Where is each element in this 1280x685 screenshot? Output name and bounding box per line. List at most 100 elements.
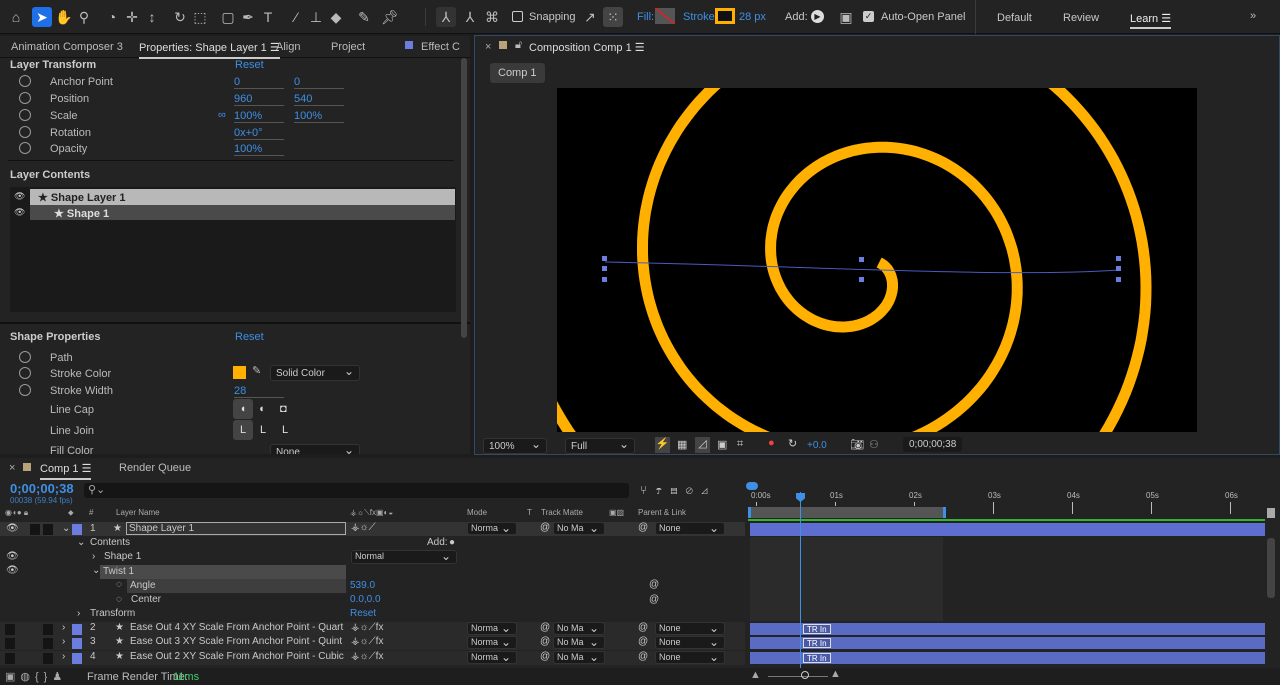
- workspace-review[interactable]: Review: [1063, 12, 1099, 24]
- link-icon[interactable]: ∞: [218, 109, 226, 121]
- blend-mode-select[interactable]: Normal: [351, 549, 457, 564]
- eraser-tool-icon[interactable]: ◆: [326, 7, 346, 27]
- stopwatch-icon[interactable]: [19, 142, 31, 154]
- expand-arrow-icon[interactable]: ⌄: [77, 537, 85, 548]
- label-color[interactable]: [72, 652, 82, 664]
- layer-switches[interactable]: ⚶☼⟋fx: [351, 651, 383, 662]
- position-x[interactable]: 960: [234, 93, 284, 106]
- layer-name[interactable]: Ease Out 3 XY Scale From Anchor Point - …: [130, 636, 342, 647]
- cap-butt-button[interactable]: ◖: [233, 399, 253, 419]
- layer-row-1[interactable]: 👁︎ ⌄ 1 ★ Shape Layer 1 ⚶☼⟋ Norma @ No Ma…: [0, 521, 745, 536]
- parent-pickwhip-icon[interactable]: @: [638, 636, 648, 647]
- workspace-learn[interactable]: Learn ☰: [1130, 12, 1172, 29]
- zoom-tool-icon[interactable]: ⚲: [74, 7, 94, 27]
- layer-switches[interactable]: ⚶☼⟋fx: [351, 622, 383, 633]
- more-workspaces[interactable]: »: [1250, 10, 1256, 22]
- rectangle-tool-icon[interactable]: ▢: [218, 7, 238, 27]
- anchor-tool-icon[interactable]: ⬚: [190, 7, 210, 27]
- label-color[interactable]: [72, 624, 82, 635]
- timeline-switches-icons[interactable]: ⑂☂▤⊘◿: [640, 483, 716, 497]
- timeline-tab-comp1[interactable]: Comp 1 ☰: [40, 462, 92, 480]
- eye-icon[interactable]: 👁︎: [6, 551, 19, 562]
- lock-icon[interactable]: 🔓︎: [515, 39, 522, 52]
- tab-project[interactable]: Project: [331, 41, 365, 53]
- eye-icon[interactable]: 👁︎: [14, 191, 25, 202]
- stopwatch-icon[interactable]: [19, 109, 31, 121]
- mode-select[interactable]: Norma: [467, 521, 517, 535]
- label-color[interactable]: [72, 638, 82, 650]
- stopwatch-icon[interactable]: [19, 75, 31, 87]
- selection-tool-icon[interactable]: ➤: [32, 7, 52, 27]
- fast-previews-icon[interactable]: ⚡: [655, 437, 670, 453]
- guides-icon[interactable]: ⌗: [737, 438, 743, 451]
- tab-animation-composer[interactable]: Animation Composer 3: [11, 41, 123, 53]
- snap-features-icon[interactable]: ⁙: [603, 7, 623, 27]
- add-content-button[interactable]: ●: [449, 537, 455, 548]
- properties-scrollbar[interactable]: [461, 58, 467, 338]
- stroke-color-swatch[interactable]: [233, 366, 246, 379]
- work-area-bar[interactable]: [748, 507, 946, 518]
- join-miter-button[interactable]: L: [233, 420, 253, 440]
- zoom-slider-thumb[interactable]: [801, 671, 809, 679]
- stroke-color-mode-select[interactable]: Solid Color: [270, 364, 360, 381]
- timeline-zoom-handle[interactable]: [1267, 508, 1275, 518]
- stroke-width-value[interactable]: 28 px: [739, 11, 766, 23]
- expression-pickwhip-icon[interactable]: @: [649, 594, 659, 605]
- layer-switches[interactable]: ⚶☼⟋fx: [351, 636, 383, 647]
- channel-icon[interactable]: ●: [768, 437, 775, 449]
- zoom-in-icon[interactable]: ▲: [830, 668, 841, 680]
- pickwhip-icon[interactable]: @: [540, 622, 550, 633]
- eye-icon[interactable]: 👁︎: [14, 207, 25, 218]
- position-y[interactable]: 540: [294, 93, 344, 106]
- stopwatch-icon[interactable]: [19, 92, 31, 104]
- roto-brush-icon[interactable]: ✎: [354, 7, 374, 27]
- type-tool-icon[interactable]: T: [258, 7, 278, 27]
- add-shape-button[interactable]: ▶: [811, 10, 824, 23]
- layer-row[interactable]: › 3 ★ Ease Out 3 XY Scale From Anchor Po…: [0, 635, 745, 651]
- pen-tool-icon[interactable]: ✒: [238, 7, 258, 27]
- label-color[interactable]: [72, 524, 82, 535]
- show-snapshot-icon[interactable]: ⚇: [869, 438, 879, 451]
- timeline-scrollbar[interactable]: [1267, 538, 1275, 598]
- stroke-swatch[interactable]: [715, 8, 735, 24]
- exposure-value[interactable]: +0.0: [807, 440, 827, 451]
- cap-round-button[interactable]: ◖: [258, 403, 265, 415]
- rotation-value[interactable]: 0x+0°: [234, 127, 284, 140]
- scale-x[interactable]: 100%: [234, 110, 284, 123]
- timeline-timecode[interactable]: 0;00;00;38: [10, 481, 74, 496]
- parent-pickwhip-icon[interactable]: @: [638, 651, 648, 662]
- status-toggle-icons[interactable]: ▣◍{}♟: [5, 670, 67, 683]
- reset-exposure-icon[interactable]: ↻: [788, 437, 797, 450]
- parent-select[interactable]: None: [655, 650, 725, 664]
- timeline-search-input[interactable]: ⚲⌄: [84, 483, 629, 498]
- orbit-tool-icon[interactable]: ◔: [102, 7, 122, 27]
- tab-render-queue[interactable]: Render Queue: [119, 462, 191, 474]
- snap-edges-icon[interactable]: ↗: [580, 7, 600, 27]
- axis-world-icon[interactable]: ⅄: [460, 7, 480, 27]
- parent-pickwhip-icon[interactable]: @: [638, 522, 648, 533]
- join-bevel-button[interactable]: L: [282, 424, 288, 436]
- tab-effect-controls[interactable]: Effect C: [421, 41, 460, 53]
- track-matte-select[interactable]: No Ma: [553, 621, 605, 635]
- join-round-button[interactable]: L: [260, 424, 266, 436]
- stopwatch-icon[interactable]: ◌: [116, 579, 122, 590]
- clone-stamp-icon[interactable]: ⊥: [306, 7, 326, 27]
- magnification-select[interactable]: 100%: [483, 437, 547, 454]
- parent-pickwhip-icon[interactable]: @: [638, 622, 648, 633]
- tab-align[interactable]: Align: [276, 41, 300, 53]
- stopwatch-icon[interactable]: ◌: [116, 594, 122, 605]
- collapse-arrow-icon[interactable]: ⌄: [62, 523, 70, 534]
- eyedropper-icon[interactable]: ✎: [252, 364, 261, 377]
- center-value[interactable]: 0.0,0.0: [350, 594, 381, 605]
- brush-tool-icon[interactable]: ⁄: [286, 7, 306, 27]
- eye-icon[interactable]: 👁︎: [6, 523, 19, 534]
- tab-properties[interactable]: Properties: Shape Layer 1 ☰: [139, 41, 280, 59]
- resolution-select[interactable]: Full: [565, 437, 635, 454]
- snapping-checkbox[interactable]: [512, 11, 523, 22]
- hand-tool-icon[interactable]: ✋: [54, 7, 74, 27]
- layer-switches[interactable]: ⚶☼⟋: [351, 522, 376, 533]
- mode-select[interactable]: Norma: [467, 621, 517, 635]
- layer-name-field[interactable]: Shape Layer 1: [126, 522, 346, 535]
- angle-row[interactable]: ◌ Angle 539.0 @: [0, 579, 745, 593]
- twist-row[interactable]: 👁︎ ⌄ Twist 1: [0, 565, 745, 579]
